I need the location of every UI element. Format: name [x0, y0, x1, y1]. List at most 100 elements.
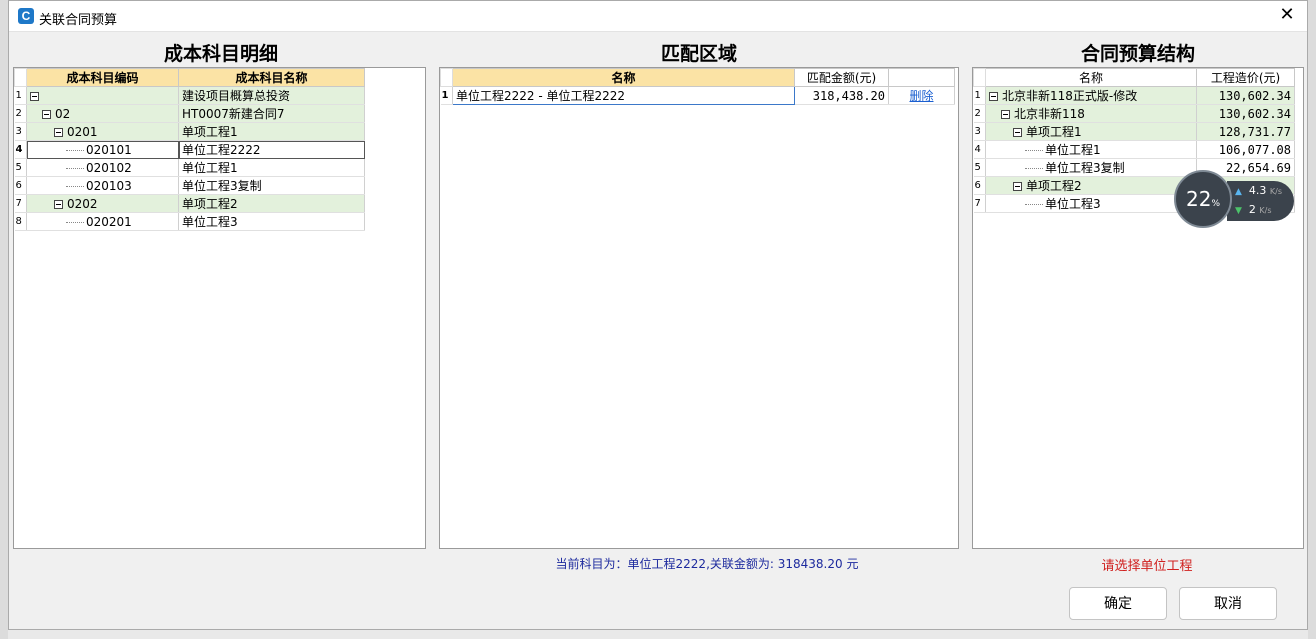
budget-name: 单位工程3	[1045, 197, 1101, 211]
column-header-amount[interactable]: 匹配金额(元)	[794, 68, 889, 87]
usage-percent-unit: %	[1211, 199, 1220, 209]
cost-code-cell[interactable]: 020103	[26, 176, 179, 195]
collapse-toggle-icon[interactable]	[42, 109, 51, 119]
cost-name-cell[interactable]: 单位工程3	[178, 212, 365, 231]
budget-name: 单项工程2	[1026, 179, 1082, 193]
table-row[interactable]: 5 020102 单位工程1	[14, 158, 365, 177]
budget-name-cell[interactable]: 单位工程3复制	[985, 158, 1197, 177]
cost-code-cell[interactable]: 020201	[26, 212, 179, 231]
grid-header: 成本科目编码 成本科目名称	[14, 68, 365, 87]
upload-speed: ▲ 4.3 K/s	[1235, 184, 1282, 197]
row-number: 2	[14, 104, 27, 123]
budget-name-cell[interactable]: 北京非新118	[985, 104, 1197, 123]
column-header-name[interactable]: 成本科目名称	[178, 68, 365, 87]
download-speed: ▼ 2 K/s	[1235, 203, 1272, 216]
link-contract-budget-dialog: C 关联合同预算 ✕ 成本科目明细 成本科目编码 成本科目名称 1 建设项目概算总…	[8, 0, 1308, 630]
table-row[interactable]: 2 02 HT0007新建合同7	[14, 104, 365, 123]
cost-name-cell[interactable]: 建设项目概算总投资	[178, 86, 365, 105]
cost-code-cell[interactable]: 020102	[26, 158, 179, 177]
column-header-name[interactable]: 名称	[985, 68, 1197, 87]
network-monitor-widget[interactable]: ▲ 4.3 K/s ▼ 2 K/s 22%	[1172, 170, 1294, 230]
row-number: 4	[973, 140, 986, 159]
right-panel-title: 合同预算结构	[1080, 43, 1195, 65]
column-header-code[interactable]: 成本科目编码	[26, 68, 179, 87]
table-row[interactable]: 7 0202 单项工程2	[14, 194, 365, 213]
collapse-toggle-icon[interactable]	[989, 92, 998, 101]
budget-cost-cell: 130,602.34	[1196, 86, 1295, 105]
cost-code: 020101	[86, 142, 132, 157]
row-number: 8	[14, 212, 27, 231]
tree-connector-line	[66, 221, 84, 223]
table-row[interactable]: 1 建设项目概算总投资	[14, 86, 365, 105]
table-row[interactable]: 1 单位工程2222 - 单位工程2222 318,438.20 删除	[440, 86, 955, 105]
left-panel-title: 成本科目明细	[163, 43, 278, 65]
column-header-cost[interactable]: 工程造价(元)	[1196, 68, 1295, 87]
row-number: 6	[14, 176, 27, 195]
table-row[interactable]: 1 北京非新118正式版-修改 130,602.34	[973, 86, 1295, 105]
budget-name: 单位工程1	[1045, 143, 1101, 157]
cost-code-cell[interactable]	[26, 86, 179, 105]
row-number: 7	[14, 194, 27, 213]
upload-arrow-icon: ▲	[1235, 187, 1242, 197]
row-number: 7	[973, 194, 986, 213]
table-row[interactable]: 4 020101 单位工程2222	[14, 140, 365, 159]
budget-name-cell[interactable]: 单位工程3	[985, 194, 1197, 213]
table-row[interactable]: 4 单位工程1 106,077.08	[973, 140, 1295, 159]
budget-name-cell[interactable]: 单项工程2	[985, 176, 1197, 195]
title-bar: C 关联合同预算 ✕	[9, 1, 1307, 32]
table-row[interactable]: 6 020103 单位工程3复制	[14, 176, 365, 195]
download-speed-value: 2	[1248, 203, 1256, 216]
match-amount-cell: 318,438.20	[794, 86, 889, 105]
cost-code-cell[interactable]: 0201	[26, 122, 179, 141]
budget-name-cell[interactable]: 单位工程1	[985, 140, 1197, 159]
budget-name: 单位工程3复制	[1045, 161, 1125, 175]
table-row[interactable]: 3 单项工程1 128,731.77	[973, 122, 1295, 141]
row-number-header	[440, 68, 453, 87]
cost-code-cell[interactable]: 020101	[26, 140, 179, 159]
cancel-button[interactable]: 取消	[1179, 587, 1277, 620]
collapse-toggle-icon[interactable]	[30, 91, 39, 101]
collapse-toggle-icon[interactable]	[1001, 110, 1010, 119]
cost-name-cell[interactable]: 单项工程2	[178, 194, 365, 213]
table-row[interactable]: 8 020201 单位工程3	[14, 212, 365, 231]
cpu-usage-circle: 22%	[1174, 170, 1232, 228]
collapse-toggle-icon[interactable]	[1013, 128, 1022, 137]
cost-code: 020103	[86, 178, 132, 193]
cost-name-cell[interactable]: 单位工程1	[178, 158, 365, 177]
cost-name-cell[interactable]: 单项工程1	[178, 122, 365, 141]
row-number: 3	[14, 122, 27, 141]
table-row[interactable]: 3 0201 单项工程1	[14, 122, 365, 141]
budget-name-cell[interactable]: 单项工程1	[985, 122, 1197, 141]
current-subject-status: 当前科目为：单位工程2222,关联金额为: 318438.20 元	[555, 557, 859, 571]
table-row[interactable]: 2 北京非新118 130,602.34	[973, 104, 1295, 123]
close-icon[interactable]: ✕	[1277, 5, 1297, 25]
budget-name: 单项工程1	[1026, 125, 1082, 139]
budget-cost-cell: 106,077.08	[1196, 140, 1295, 159]
cost-code-cell[interactable]: 02	[26, 104, 179, 123]
column-header-name[interactable]: 名称	[452, 68, 795, 87]
row-number: 1	[14, 86, 27, 105]
collapse-toggle-icon[interactable]	[1013, 182, 1022, 191]
collapse-toggle-icon[interactable]	[54, 127, 63, 137]
cost-code-cell[interactable]: 0202	[26, 194, 179, 213]
background-window-edge	[0, 0, 8, 639]
budget-name: 北京非新118正式版-修改	[1002, 89, 1138, 103]
tree-connector-line	[66, 149, 84, 151]
tree-connector-line	[66, 185, 84, 187]
cost-name-cell[interactable]: 单位工程3复制	[178, 176, 365, 195]
column-header-action	[888, 68, 955, 87]
budget-name-cell[interactable]: 北京非新118正式版-修改	[985, 86, 1197, 105]
match-name-cell[interactable]: 单位工程2222 - 单位工程2222	[452, 86, 795, 105]
window-title: 关联合同预算	[39, 13, 118, 28]
collapse-toggle-icon[interactable]	[54, 199, 63, 209]
budget-cost-cell: 130,602.34	[1196, 104, 1295, 123]
tree-connector-line	[1025, 168, 1043, 169]
cost-code: 020102	[86, 160, 132, 175]
background-window-edge-right	[1308, 0, 1316, 639]
row-number: 1	[440, 86, 453, 105]
delete-link[interactable]: 删除	[888, 86, 955, 105]
match-area-panel: 名称 匹配金额(元) 1 单位工程2222 - 单位工程2222 318,438.2…	[439, 67, 959, 549]
cost-name-cell[interactable]: HT0007新建合同7	[178, 104, 365, 123]
cost-name-cell[interactable]: 单位工程2222	[178, 140, 365, 159]
ok-button[interactable]: 确定	[1069, 587, 1167, 620]
